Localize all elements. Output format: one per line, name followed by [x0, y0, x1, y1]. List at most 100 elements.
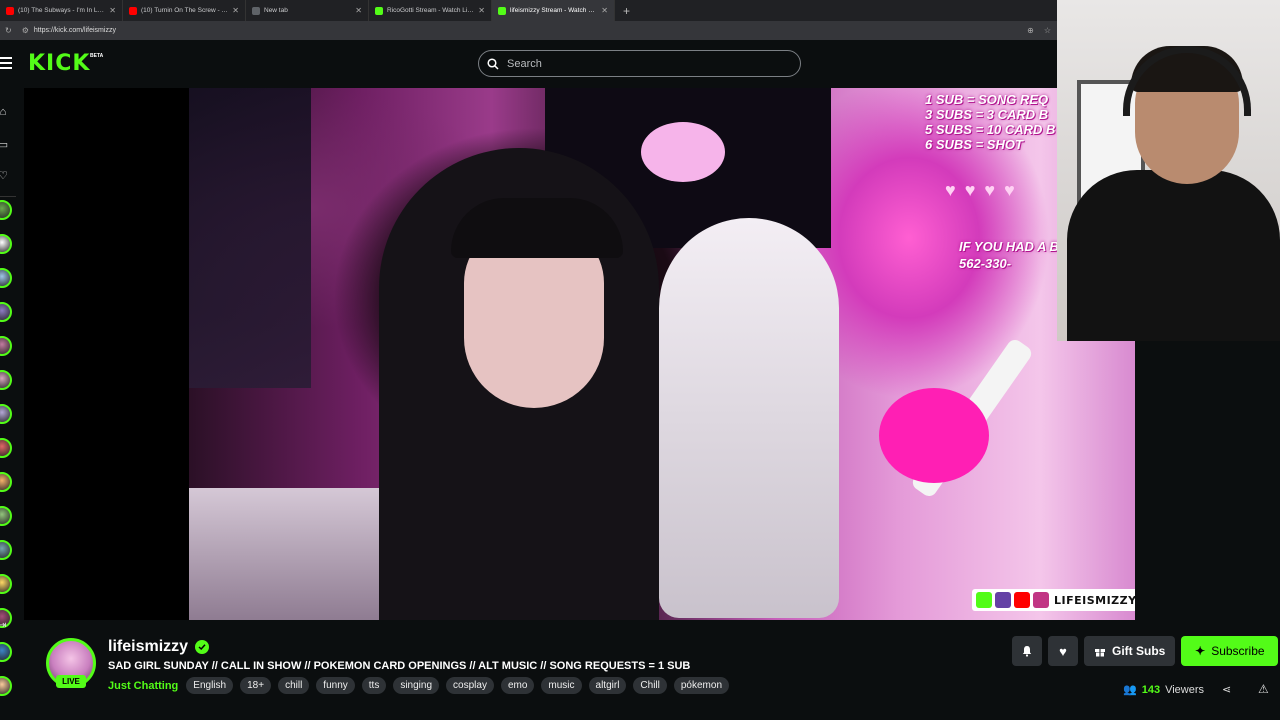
browser-tab[interactable]: RicoGotti Stream - Watch Live on ✕	[369, 0, 492, 21]
tab-title: New tab	[264, 7, 288, 14]
video-window-scene	[189, 88, 311, 388]
video-desk-scene	[189, 488, 389, 620]
sidebar-channel-avatar[interactable]	[0, 574, 12, 594]
sidebar-channel-avatar[interactable]	[0, 540, 12, 560]
tab-favicon-icon	[129, 6, 137, 15]
stream-info-panel: LIVE lifeismizzy SAD GIRL SUNDAY // CALL…	[24, 620, 1280, 720]
sidebar-channel-avatar[interactable]	[0, 370, 12, 390]
address-bar[interactable]: ↻ ⚙ https://kick.com/lifeismizzy ⊕ ☆	[0, 21, 1057, 40]
hamburger-menu-icon[interactable]	[0, 57, 12, 69]
sidebar-channel-avatar[interactable]	[0, 336, 12, 356]
reload-icon[interactable]: ↻	[5, 26, 12, 35]
channel-name-row: lifeismizzy	[108, 638, 210, 656]
sparkle-icon: ✦	[1195, 644, 1206, 658]
stream-tag[interactable]: music	[541, 677, 582, 694]
sidebar-channel-avatar[interactable]	[0, 676, 12, 696]
stream-tag[interactable]: English	[186, 677, 234, 694]
stream-tag[interactable]: cosplay	[446, 677, 494, 694]
stream-tag[interactable]: chill	[278, 677, 310, 694]
gift-icon	[1095, 649, 1105, 657]
follow-button[interactable]: ♥	[1048, 636, 1078, 666]
browser-tab[interactable]: lifeismizzy Stream - Watch Live on ✕	[492, 0, 615, 21]
tab-close-icon[interactable]: ✕	[355, 6, 362, 15]
sidebar-channel-avatar[interactable]	[0, 642, 12, 662]
stream-tag[interactable]: Chill	[633, 677, 667, 694]
kick-logo[interactable]: KICK	[28, 53, 90, 75]
sidebar-channel-avatar[interactable]	[0, 506, 12, 526]
tab-title: RicoGotti Stream - Watch Live on	[387, 7, 475, 14]
tab-close-icon[interactable]: ✕	[601, 6, 608, 15]
webcam-overlay	[1057, 0, 1280, 341]
sidebar-channel-avatar[interactable]	[0, 234, 12, 254]
share-icon[interactable]: ⋖	[1222, 683, 1231, 696]
instagram-social-icon	[1033, 592, 1049, 608]
sidebar-channel-avatar[interactable]	[0, 472, 12, 492]
viewer-count: 👥 143 Viewers	[1123, 683, 1204, 697]
video-chair-scene	[659, 218, 839, 618]
tab-title: lifeismizzy Stream - Watch Live on	[510, 7, 597, 14]
social-overlay: LIFEISMIZZY	[972, 589, 1135, 611]
social-handle: LIFEISMIZZY	[1054, 593, 1135, 607]
search-box[interactable]	[478, 50, 801, 77]
phone-overlay: IF YOU HAD A BA 562-330-	[959, 239, 1069, 271]
youtube-social-icon	[1014, 592, 1030, 608]
browser-tab[interactable]: New tab ✕	[246, 0, 369, 21]
search-input[interactable]	[505, 56, 769, 71]
hearts-overlay: ♥ ♥ ♥ ♥	[945, 180, 1017, 200]
verified-badge-icon	[195, 640, 210, 654]
tab-close-icon[interactable]: ✕	[109, 6, 116, 15]
bell-icon	[1022, 646, 1032, 657]
live-badge: LIVE	[56, 675, 86, 688]
stream-tag[interactable]: tts	[361, 677, 387, 694]
new-tab-button[interactable]: +	[615, 0, 638, 21]
notification-bell-button[interactable]	[1012, 636, 1042, 666]
sidebar-channel-avatar[interactable]	[0, 438, 12, 458]
gift-subs-button[interactable]: Gift Subs	[1084, 636, 1176, 666]
stream-tag[interactable]: emo	[500, 677, 535, 694]
tab-title: (10) Turnin On The Screw - YouTub	[141, 7, 228, 14]
channel-name[interactable]: lifeismizzy	[108, 638, 188, 656]
collapse-sidebar-icon[interactable]: ⇥	[0, 620, 6, 631]
zoom-icon[interactable]: ⊕	[1027, 26, 1034, 35]
sidebar-channel-avatar[interactable]	[0, 268, 12, 288]
browser-tab[interactable]: (10) Turnin On The Screw - YouTub ✕	[123, 0, 246, 21]
kick-social-icon	[976, 592, 992, 608]
tab-close-icon[interactable]: ✕	[478, 6, 485, 15]
browser-tab[interactable]: (10) The Subways - I'm In Love An ✕	[0, 0, 123, 21]
stream-tag[interactable]: altgirl	[588, 677, 627, 694]
gift-subs-label: Gift Subs	[1112, 644, 1166, 658]
viewers-icon: 👥	[1123, 684, 1137, 696]
viewers-label: Viewers	[1165, 683, 1204, 696]
category-link[interactable]: Just Chatting	[108, 680, 178, 692]
browser-tab-bar: (10) The Subways - I'm In Love An✕(10) T…	[0, 0, 1057, 21]
stream-tag[interactable]: 18+	[240, 677, 272, 694]
home-icon[interactable]: ⌂	[0, 105, 10, 119]
left-sidebar: ⌂ ▭ ♡ ⇥	[0, 88, 24, 720]
following-heart-icon[interactable]: ♡	[0, 168, 10, 182]
viewer-number: 143	[1141, 683, 1161, 696]
stream-tag[interactable]: singing	[393, 677, 440, 694]
subscribe-button[interactable]: ✦ Subscribe	[1181, 636, 1279, 666]
site-info-icon[interactable]: ⚙	[22, 26, 29, 35]
site-header: KICK BETA	[0, 40, 1057, 88]
bookmark-icon[interactable]: ☆	[1044, 26, 1051, 35]
stream-tag[interactable]: pókemon	[673, 677, 730, 694]
search-icon	[487, 57, 499, 70]
sidebar-channel-avatar[interactable]	[0, 302, 12, 322]
stream-title: SAD GIRL SUNDAY // CALL IN SHOW // POKEM…	[108, 660, 691, 672]
url-text[interactable]: https://kick.com/lifeismizzy	[34, 27, 116, 34]
twitch-social-icon	[995, 592, 1011, 608]
tab-close-icon[interactable]: ✕	[232, 6, 239, 15]
video-player[interactable]: 1 SUB = SONG REQ 3 SUBS = 3 CARD B 5 SUB…	[189, 88, 1135, 620]
microphone	[879, 388, 989, 483]
tab-favicon-icon	[498, 6, 506, 15]
tag-row: Just Chatting English 18+ chill funny tts sin…	[108, 677, 730, 694]
report-icon[interactable]: ⚠	[1258, 682, 1269, 696]
stream-tag[interactable]: funny	[316, 677, 355, 694]
browse-icon[interactable]: ▭	[0, 137, 10, 151]
sidebar-channel-avatar[interactable]	[0, 404, 12, 424]
streamer-hair	[451, 198, 623, 258]
sidebar-channel-avatar[interactable]	[0, 200, 12, 220]
tab-favicon-icon	[252, 6, 260, 15]
tab-favicon-icon	[375, 6, 383, 15]
